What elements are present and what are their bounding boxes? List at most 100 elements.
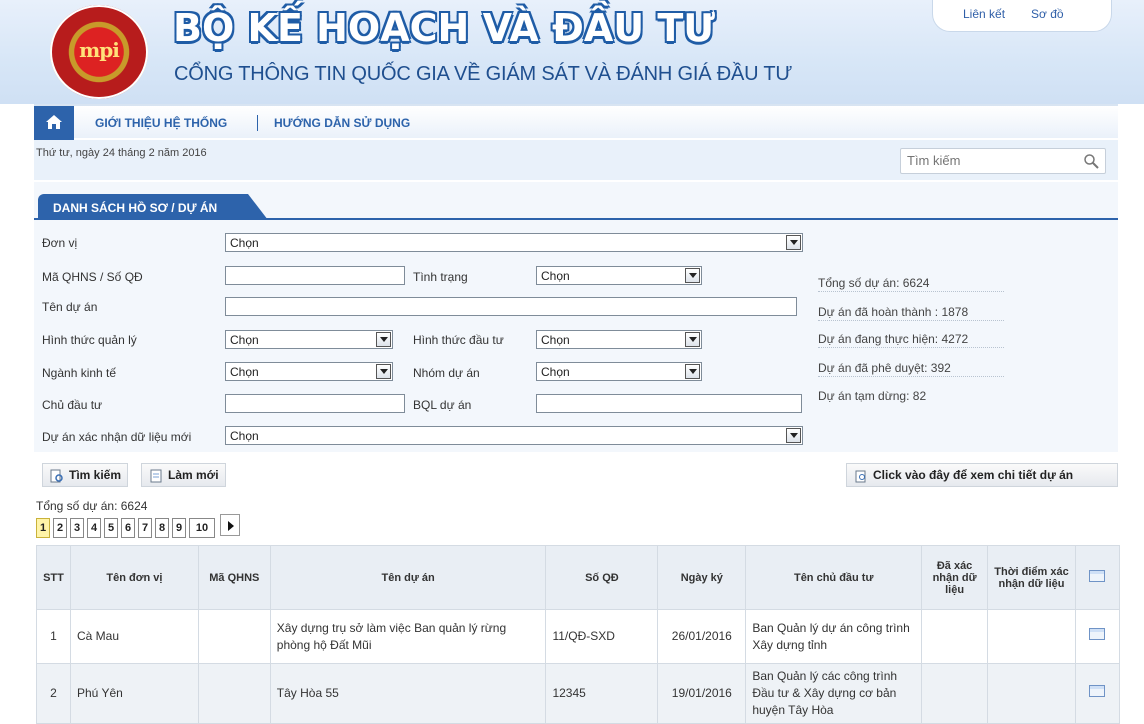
home-button[interactable] xyxy=(34,106,74,140)
col-thoi-diem: Thời điểm xác nhận dữ liệu xyxy=(987,545,1076,610)
table-row[interactable]: 1 Cà Mau Xây dựng trụ sở làm việc Ban qu… xyxy=(36,609,1121,664)
main-nav: GIỚI THIỆU HỆ THỐNG HƯỚNG DẪN SỬ DỤNG xyxy=(34,104,1118,140)
select-value: Chọn xyxy=(541,333,570,347)
top-links: Liên kết Sơ đồ xyxy=(932,0,1112,32)
view-details-icon[interactable] xyxy=(1089,628,1106,640)
site-search xyxy=(900,148,1106,174)
page-8[interactable]: 8 xyxy=(155,518,169,538)
link-so-do[interactable]: Sơ đồ xyxy=(1031,7,1064,21)
cell-chu-dau-tu: Ban Quản lý các công trình Đầu tư & Xây … xyxy=(745,663,923,724)
page-6[interactable]: 6 xyxy=(121,518,135,538)
search-button-label: Tìm kiếm xyxy=(69,468,122,482)
cell-stt: 2 xyxy=(36,663,71,724)
stat-divider xyxy=(818,320,1004,321)
nav-divider xyxy=(257,115,258,131)
table-header-row: STT Tên đơn vị Mã QHNS Tên dự án Số QĐ N… xyxy=(36,545,1121,610)
page-2[interactable]: 2 xyxy=(53,518,67,538)
col-ngay-ky: Ngày ký xyxy=(657,545,747,610)
cell-so-qd: 11/QĐ-SXD xyxy=(545,609,659,664)
input-ma-qhns[interactable] xyxy=(225,266,405,285)
select-value: Chọn xyxy=(230,236,259,250)
label-hinh-thuc-quan-ly: Hình thức quản lý xyxy=(42,333,137,347)
input-ten-du-an[interactable] xyxy=(225,297,797,316)
panel-tab-title: DANH SÁCH HỒ SƠ / DỰ ÁN xyxy=(38,194,268,220)
stat-divider xyxy=(818,347,1004,348)
select-nhom-du-an[interactable]: Chọn xyxy=(536,362,702,381)
date-search-bar: Thứ tư, ngày 24 tháng 2 năm 2016 xyxy=(34,140,1118,180)
link-lien-ket[interactable]: Liên kết xyxy=(963,7,1005,21)
stat-divider xyxy=(818,291,1004,292)
stat-completed: Dự án đã hoàn thành : 1878 xyxy=(818,305,969,319)
search-button[interactable]: Tìm kiếm xyxy=(42,463,129,487)
select-value: Chọn xyxy=(230,429,259,443)
page-10[interactable]: 10 xyxy=(189,518,215,538)
select-xac-nhan[interactable]: Chọn xyxy=(225,426,803,445)
col-so-qd: Số QĐ xyxy=(545,545,659,610)
page-1[interactable]: 1 xyxy=(36,518,50,538)
cell-so-qd: 12345 xyxy=(545,663,659,724)
project-detail-button[interactable]: Click vào đây để xem chi tiết dự án xyxy=(846,463,1118,487)
select-tinh-trang[interactable]: Chọn xyxy=(536,266,702,285)
cell-don-vi: Cà Mau xyxy=(69,609,199,664)
table-row[interactable]: 2 Phú Yên Tây Hòa 55 12345 19/01/2016 Ba… xyxy=(36,663,1121,724)
select-value: Chọn xyxy=(541,269,570,283)
stat-paused: Dự án tạm dừng: 82 xyxy=(818,389,927,403)
input-chu-dau-tu[interactable] xyxy=(225,394,405,413)
stat-approved: Dự án đã phê duyệt: 392 xyxy=(818,361,951,375)
site-subtitle: CỔNG THÔNG TIN QUỐC GIA VỀ GIÁM SÁT VÀ Đ… xyxy=(174,63,793,85)
select-hinh-thuc-dau-tu[interactable]: Chọn xyxy=(536,330,702,349)
select-don-vi[interactable]: Chọn xyxy=(225,233,803,252)
site-header: mpi BỘ KẾ HOẠCH VÀ ĐẦU TƯ CỔNG THÔNG TIN… xyxy=(0,0,1144,104)
label-ten-du-an: Tên dự án xyxy=(42,300,98,314)
page-3[interactable]: 3 xyxy=(70,518,84,538)
cell-da-xac-nhan xyxy=(921,609,989,664)
col-ten-du-an: Tên dự án xyxy=(269,545,547,610)
cell-don-vi: Phú Yên xyxy=(69,663,199,724)
document-view-icon xyxy=(855,470,866,483)
chevron-down-icon xyxy=(685,332,700,347)
col-stt: STT xyxy=(36,545,71,610)
reset-button[interactable]: Làm mới xyxy=(141,463,226,487)
select-hinh-thuc-quan-ly[interactable]: Chọn xyxy=(225,330,393,349)
stat-in-progress: Dự án đang thực hiện: 4272 xyxy=(818,332,969,346)
chevron-down-icon xyxy=(376,332,391,347)
cell-ten-du-an[interactable]: Xây dựng trụ sở làm việc Ban quản lý rừn… xyxy=(269,609,547,664)
next-page-icon[interactable] xyxy=(220,514,240,536)
project-table: STT Tên đơn vị Mã QHNS Tên dự án Số QĐ N… xyxy=(36,545,1121,724)
select-value: Chọn xyxy=(230,333,259,347)
search-input[interactable] xyxy=(907,153,1067,168)
nav-huong-dan[interactable]: HƯỚNG DẪN SỬ DỤNG xyxy=(274,116,410,130)
page-7[interactable]: 7 xyxy=(138,518,152,538)
page-4[interactable]: 4 xyxy=(87,518,101,538)
cell-ten-du-an[interactable]: Tây Hòa 55 xyxy=(269,663,547,724)
col-da-xac-nhan: Đã xác nhận dữ liệu xyxy=(921,545,989,610)
col-ma-qhns: Mã QHNS xyxy=(197,545,271,610)
select-value: Chọn xyxy=(230,365,259,379)
cell-chu-dau-tu: Ban Quản lý dự án công trình Xây dựng tỉ… xyxy=(745,609,923,664)
project-total: Tổng số dự án: 6624 xyxy=(36,499,148,513)
search-icon[interactable] xyxy=(1083,153,1099,169)
nav-gioi-thieu[interactable]: GIỚI THIỆU HỆ THỐNG xyxy=(95,116,227,130)
stat-divider xyxy=(818,376,1004,377)
chevron-down-icon xyxy=(685,364,700,379)
cell-da-xac-nhan xyxy=(921,663,989,724)
table-icon[interactable] xyxy=(1089,570,1106,582)
page-9[interactable]: 9 xyxy=(172,518,186,538)
chevron-down-icon xyxy=(786,235,801,250)
stat-total: Tổng số dự án: 6624 xyxy=(818,276,930,290)
label-chu-dau-tu: Chủ đầu tư xyxy=(42,398,103,412)
cell-stt: 1 xyxy=(36,609,71,664)
col-action xyxy=(1074,545,1121,610)
cell-action xyxy=(1074,663,1121,724)
chevron-down-icon xyxy=(786,428,801,443)
input-bql-du-an[interactable] xyxy=(536,394,802,413)
site-title: BỘ KẾ HOẠCH VÀ ĐẦU TƯ xyxy=(173,6,716,50)
select-nganh-kinh-te[interactable]: Chọn xyxy=(225,362,393,381)
cell-ma-qhns xyxy=(197,663,271,724)
page-5[interactable]: 5 xyxy=(104,518,118,538)
view-details-icon[interactable] xyxy=(1089,685,1106,697)
select-value: Chọn xyxy=(541,365,570,379)
label-don-vi: Đơn vị xyxy=(42,236,78,250)
chevron-down-icon xyxy=(376,364,391,379)
project-detail-label: Click vào đây để xem chi tiết dự án xyxy=(873,468,1074,482)
